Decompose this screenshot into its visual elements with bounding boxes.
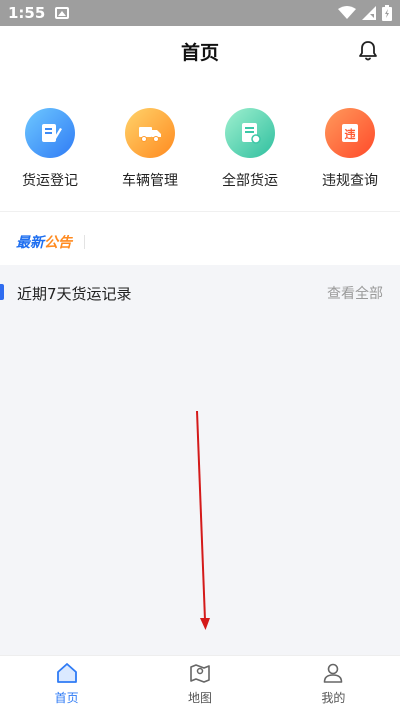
menu-item-all-cargo[interactable]: 全部货运 <box>200 108 300 204</box>
menu-item-violation-query[interactable]: 违 违规查询 <box>300 108 400 204</box>
announcement-separator <box>84 235 85 249</box>
user-icon <box>324 663 343 683</box>
tab-map[interactable]: 地图 <box>133 656 266 711</box>
records-header: 近期7天货运记录 查看全部 <box>0 265 400 321</box>
app-header: 首页 <box>0 26 400 76</box>
divider <box>0 211 400 212</box>
bell-icon[interactable] <box>356 39 380 63</box>
tab-label: 地图 <box>187 691 212 705</box>
violation-icon: 违 <box>325 108 375 158</box>
section-indicator <box>0 284 4 300</box>
tab-label: 首页 <box>54 691 79 705</box>
quick-menu: 货运登记 车辆管理 全部货运 违 违规查询 <box>0 108 400 204</box>
status-time: 1:55 <box>8 4 46 22</box>
status-bar: 1:55 <box>0 0 400 26</box>
signal-icon <box>362 6 376 20</box>
status-icons <box>338 5 392 21</box>
tab-label: 我的 <box>321 691 346 705</box>
records-section: 近期7天货运记录 查看全部 <box>0 265 400 655</box>
announcement-badge-part2: 公告 <box>44 235 72 251</box>
wifi-icon <box>338 6 356 19</box>
svg-text:违: 违 <box>345 127 356 141</box>
view-all-link[interactable]: 查看全部 <box>327 283 383 303</box>
battery-icon <box>382 5 392 21</box>
tab-profile[interactable]: 我的 <box>267 656 400 711</box>
map-icon <box>190 664 210 683</box>
image-notification-icon <box>55 7 70 19</box>
page-title: 首页 <box>180 41 219 64</box>
records-title: 近期7天货运记录 <box>17 284 132 303</box>
bottom-tab-bar: 首页 地图 我的 <box>0 655 400 711</box>
announcement-badge: 最新公告 <box>16 232 72 252</box>
register-icon <box>25 108 75 158</box>
menu-item-cargo-register[interactable]: 货运登记 <box>0 108 100 204</box>
menu-item-label: 全部货运 <box>222 173 278 189</box>
menu-item-label: 车辆管理 <box>122 173 178 189</box>
announcement-bar[interactable]: 最新公告 <box>0 222 400 262</box>
truck-icon <box>125 108 175 158</box>
menu-item-label: 货运登记 <box>22 173 78 189</box>
home-icon <box>56 663 77 683</box>
menu-item-label: 违规查询 <box>322 173 378 189</box>
announcement-badge-part1: 最新 <box>16 235 44 251</box>
document-icon <box>225 108 275 158</box>
tab-home[interactable]: 首页 <box>0 656 133 711</box>
menu-item-vehicle-management[interactable]: 车辆管理 <box>100 108 200 204</box>
